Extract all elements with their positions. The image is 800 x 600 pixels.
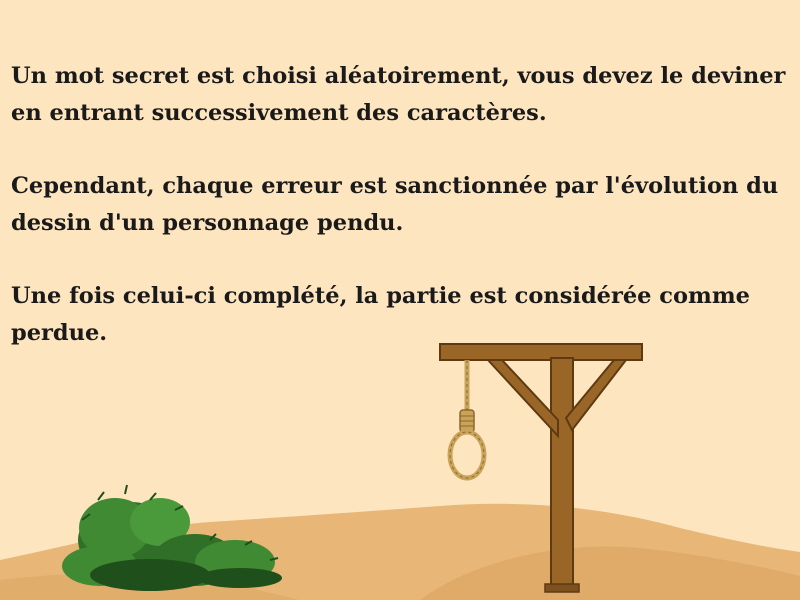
hangman-scene bbox=[0, 343, 800, 600]
noose-icon bbox=[447, 360, 487, 481]
